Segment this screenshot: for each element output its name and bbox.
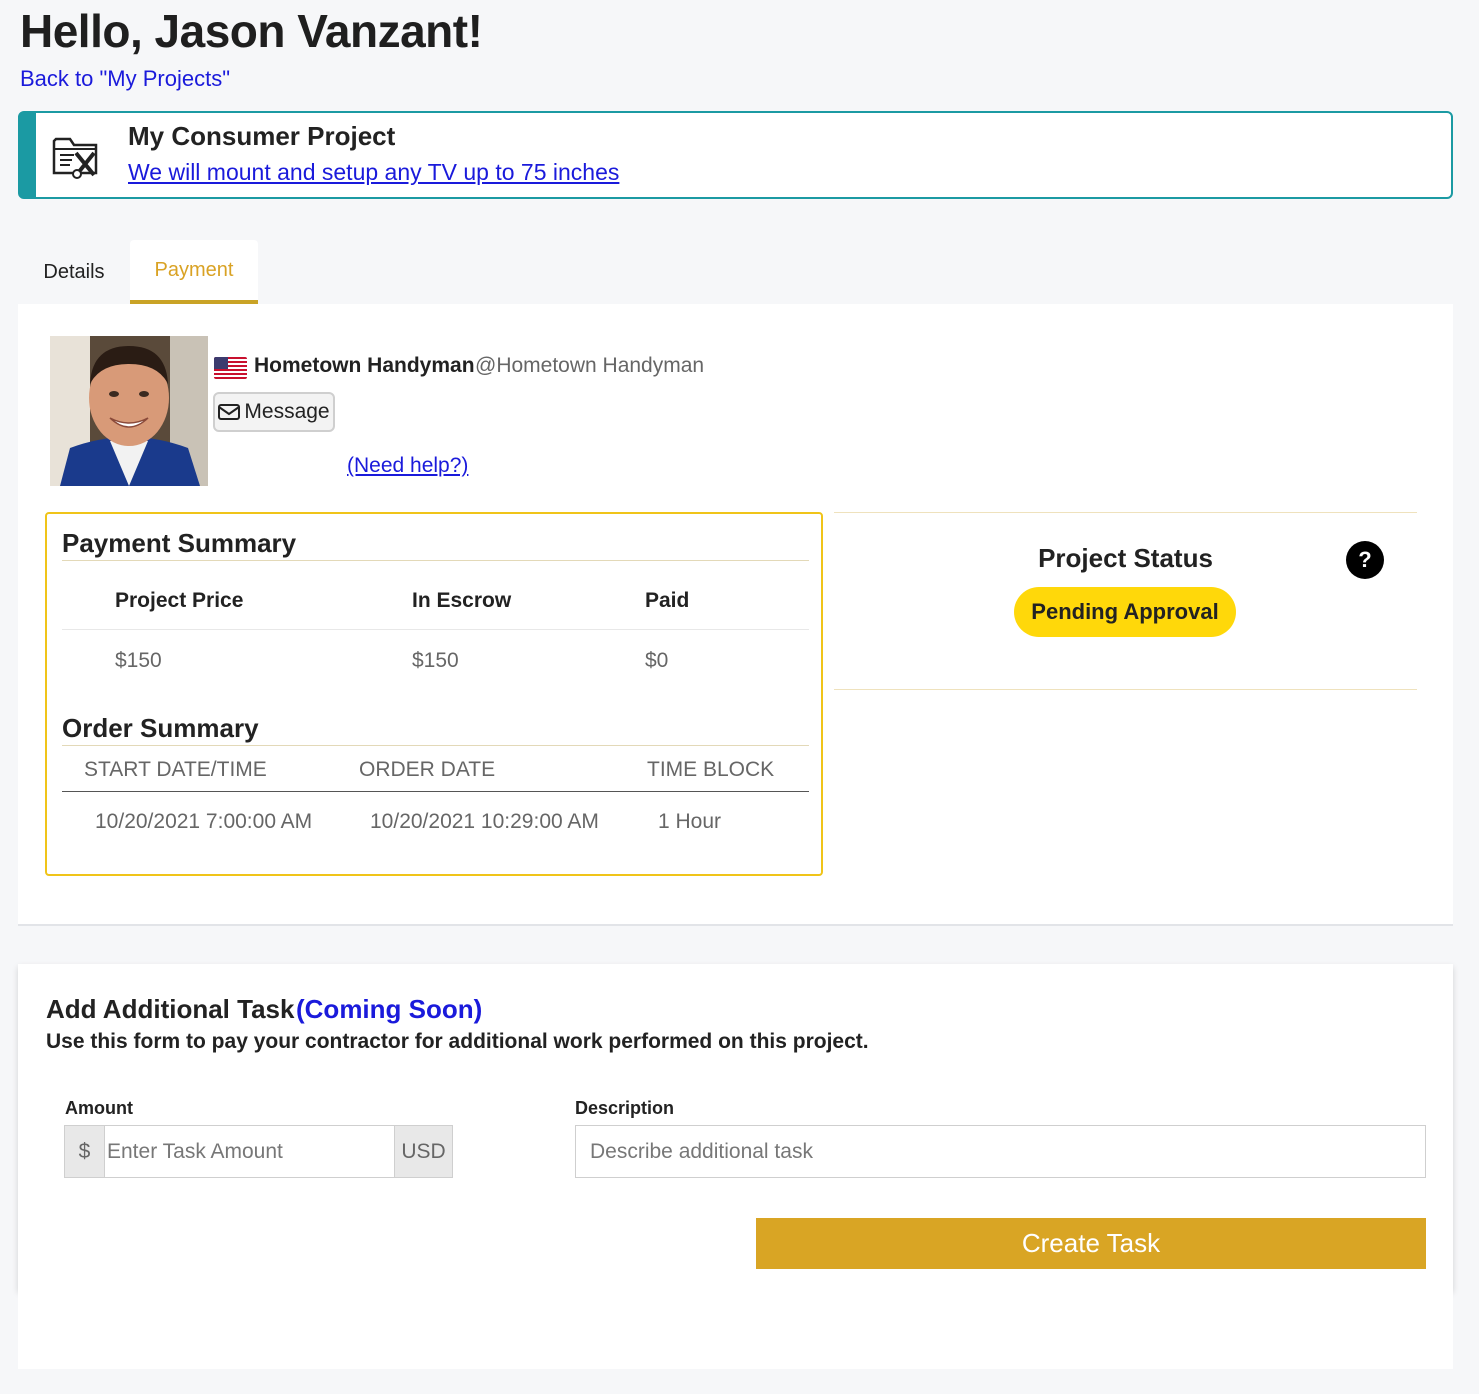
- additional-task-panel: Add Additional Task (Coming Soon) Use th…: [18, 964, 1453, 1290]
- project-title: My Consumer Project: [128, 121, 396, 151]
- payment-summary-title: Payment Summary: [62, 528, 297, 558]
- project-status-title: Project Status: [1038, 543, 1213, 573]
- payment-header-price: Project Price: [115, 589, 244, 612]
- additional-task-title: Add Additional Task: [46, 994, 295, 1024]
- need-help-link[interactable]: (Need help?): [347, 454, 468, 478]
- payment-value-escrow: $150: [412, 649, 459, 672]
- amount-input[interactable]: [105, 1126, 394, 1177]
- provider-name: Hometown Handyman: [254, 354, 475, 377]
- provider-avatar: [50, 336, 208, 486]
- amount-input-group: $ USD: [64, 1125, 453, 1178]
- bottom-panel: [18, 1290, 1453, 1369]
- page-greeting: Hello, Jason Vanzant!: [20, 5, 483, 57]
- payment-panel: Hometown Handyman @Hometown Handyman Mes…: [18, 304, 1453, 926]
- order-value-start: 10/20/2021 7:00:00 AM: [95, 810, 313, 833]
- project-status-area: Project Status ? Pending Approval: [834, 512, 1417, 690]
- usd-suffix: USD: [394, 1126, 452, 1177]
- status-badge: Pending Approval: [1014, 587, 1236, 637]
- description-input[interactable]: [575, 1125, 1426, 1178]
- payment-value-paid: $0: [645, 649, 669, 672]
- tab-details[interactable]: Details: [18, 240, 130, 304]
- provider-handle: @Hometown Handyman: [475, 354, 705, 377]
- amount-label: Amount: [65, 1098, 133, 1118]
- order-value-date: 10/20/2021 10:29:00 AM: [370, 810, 599, 833]
- summary-box: Payment Summary Project Price In Escrow …: [45, 512, 823, 876]
- us-flag-icon: [214, 357, 247, 379]
- additional-task-description: Use this form to pay your contractor for…: [46, 1030, 869, 1053]
- back-to-projects-link[interactable]: Back to "My Projects": [20, 66, 230, 92]
- message-button[interactable]: Message: [213, 392, 335, 432]
- payment-header-paid: Paid: [645, 589, 690, 612]
- order-header-date: ORDER DATE: [359, 758, 496, 781]
- order-header-start: START DATE/TIME: [84, 758, 267, 781]
- coming-soon-label: (Coming Soon): [296, 994, 483, 1024]
- payment-header-escrow: In Escrow: [412, 589, 512, 612]
- dollar-prefix: $: [65, 1126, 105, 1177]
- tools-folder-icon: [50, 129, 102, 181]
- tab-payment[interactable]: Payment: [130, 240, 258, 304]
- envelope-icon: [218, 404, 241, 420]
- description-label: Description: [575, 1098, 675, 1118]
- message-label: Message: [244, 400, 330, 423]
- project-subtitle-link[interactable]: We will mount and setup any TV up to 75 …: [128, 159, 619, 186]
- project-card: My Consumer Project We will mount and se…: [18, 111, 1453, 199]
- help-icon[interactable]: ?: [1346, 541, 1384, 579]
- create-task-button[interactable]: Create Task: [756, 1218, 1426, 1269]
- order-value-block: 1 Hour: [658, 810, 722, 833]
- order-header-block: TIME BLOCK: [647, 758, 775, 781]
- payment-value-price: $150: [115, 649, 162, 672]
- order-summary-title: Order Summary: [62, 713, 259, 743]
